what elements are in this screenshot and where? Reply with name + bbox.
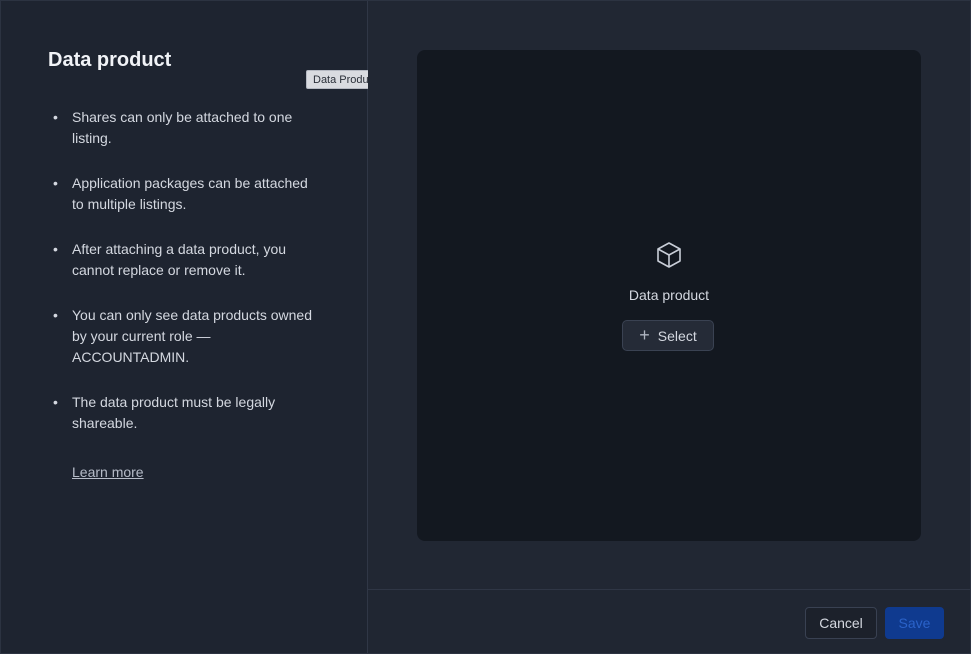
- info-bullet: Application packages can be attached to …: [48, 173, 318, 215]
- panel-title: Data product: [48, 49, 172, 71]
- content-panel: Data product + Select: [368, 1, 970, 589]
- info-bullet: The data product must be legally shareab…: [48, 392, 318, 434]
- cancel-button[interactable]: Cancel: [805, 607, 877, 639]
- data-product-placeholder: Data product + Select: [417, 50, 921, 541]
- save-button[interactable]: Save: [885, 607, 944, 639]
- plus-icon: +: [639, 324, 650, 345]
- info-bullet: You can only see data products owned by …: [48, 305, 318, 368]
- info-panel: Data product Shares can only be attached…: [1, 1, 368, 653]
- placeholder-label: Data product: [628, 287, 710, 303]
- dialog: Data product Shares can only be attached…: [0, 0, 971, 654]
- info-bullet: After attaching a data product, you cann…: [48, 239, 318, 281]
- info-bullet: Shares can only be attached to one listi…: [48, 107, 318, 149]
- info-list: Shares can only be attached to one listi…: [48, 107, 318, 458]
- select-button[interactable]: + Select: [622, 320, 714, 351]
- dialog-footer: Cancel Save: [368, 589, 970, 653]
- cube-icon: [657, 242, 681, 268]
- select-button-label: Select: [657, 327, 697, 344]
- learn-more-link[interactable]: Learn more: [72, 464, 144, 480]
